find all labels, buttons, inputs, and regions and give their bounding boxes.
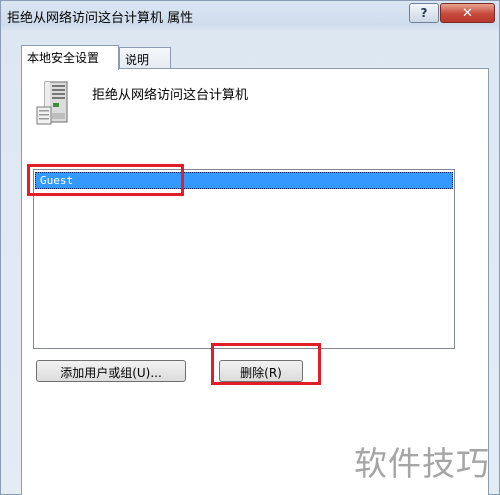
users-listbox[interactable]: Guest (33, 169, 455, 349)
tab-explain[interactable]: 说明 (119, 47, 171, 69)
tab-label: 本地安全设置 (27, 51, 100, 65)
watermark: 软件技巧 (354, 444, 490, 483)
help-button[interactable]: ? (409, 3, 439, 23)
server-icon (36, 81, 68, 125)
close-icon: ✕ (462, 5, 473, 21)
add-user-or-group-button[interactable]: 添加用户或组(U)... (36, 360, 186, 382)
tab-local-security-setting[interactable]: 本地安全设置 (21, 45, 119, 70)
guest-highlight-box (27, 164, 184, 196)
window-title: 拒绝从网络访问这台计算机 属性 (7, 11, 194, 26)
policy-name: 拒绝从网络访问这台计算机 (92, 88, 249, 103)
properties-dialog: 拒绝从网络访问这台计算机 属性 ? ✕ 本地安全设置 说明 拒绝从网络访问这台计… (0, 0, 500, 495)
help-icon: ? (420, 6, 428, 20)
remove-highlight-box (211, 343, 321, 385)
tab-label: 说明 (125, 53, 150, 67)
tab-panel: 拒绝从网络访问这台计算机 Guest 添加用户或组(U)... 删除(R) (21, 68, 489, 495)
button-label: 添加用户或组(U)... (60, 366, 162, 380)
close-button[interactable]: ✕ (440, 3, 495, 23)
title-bar[interactable]: 拒绝从网络访问这台计算机 属性 ? ✕ (1, 1, 500, 31)
